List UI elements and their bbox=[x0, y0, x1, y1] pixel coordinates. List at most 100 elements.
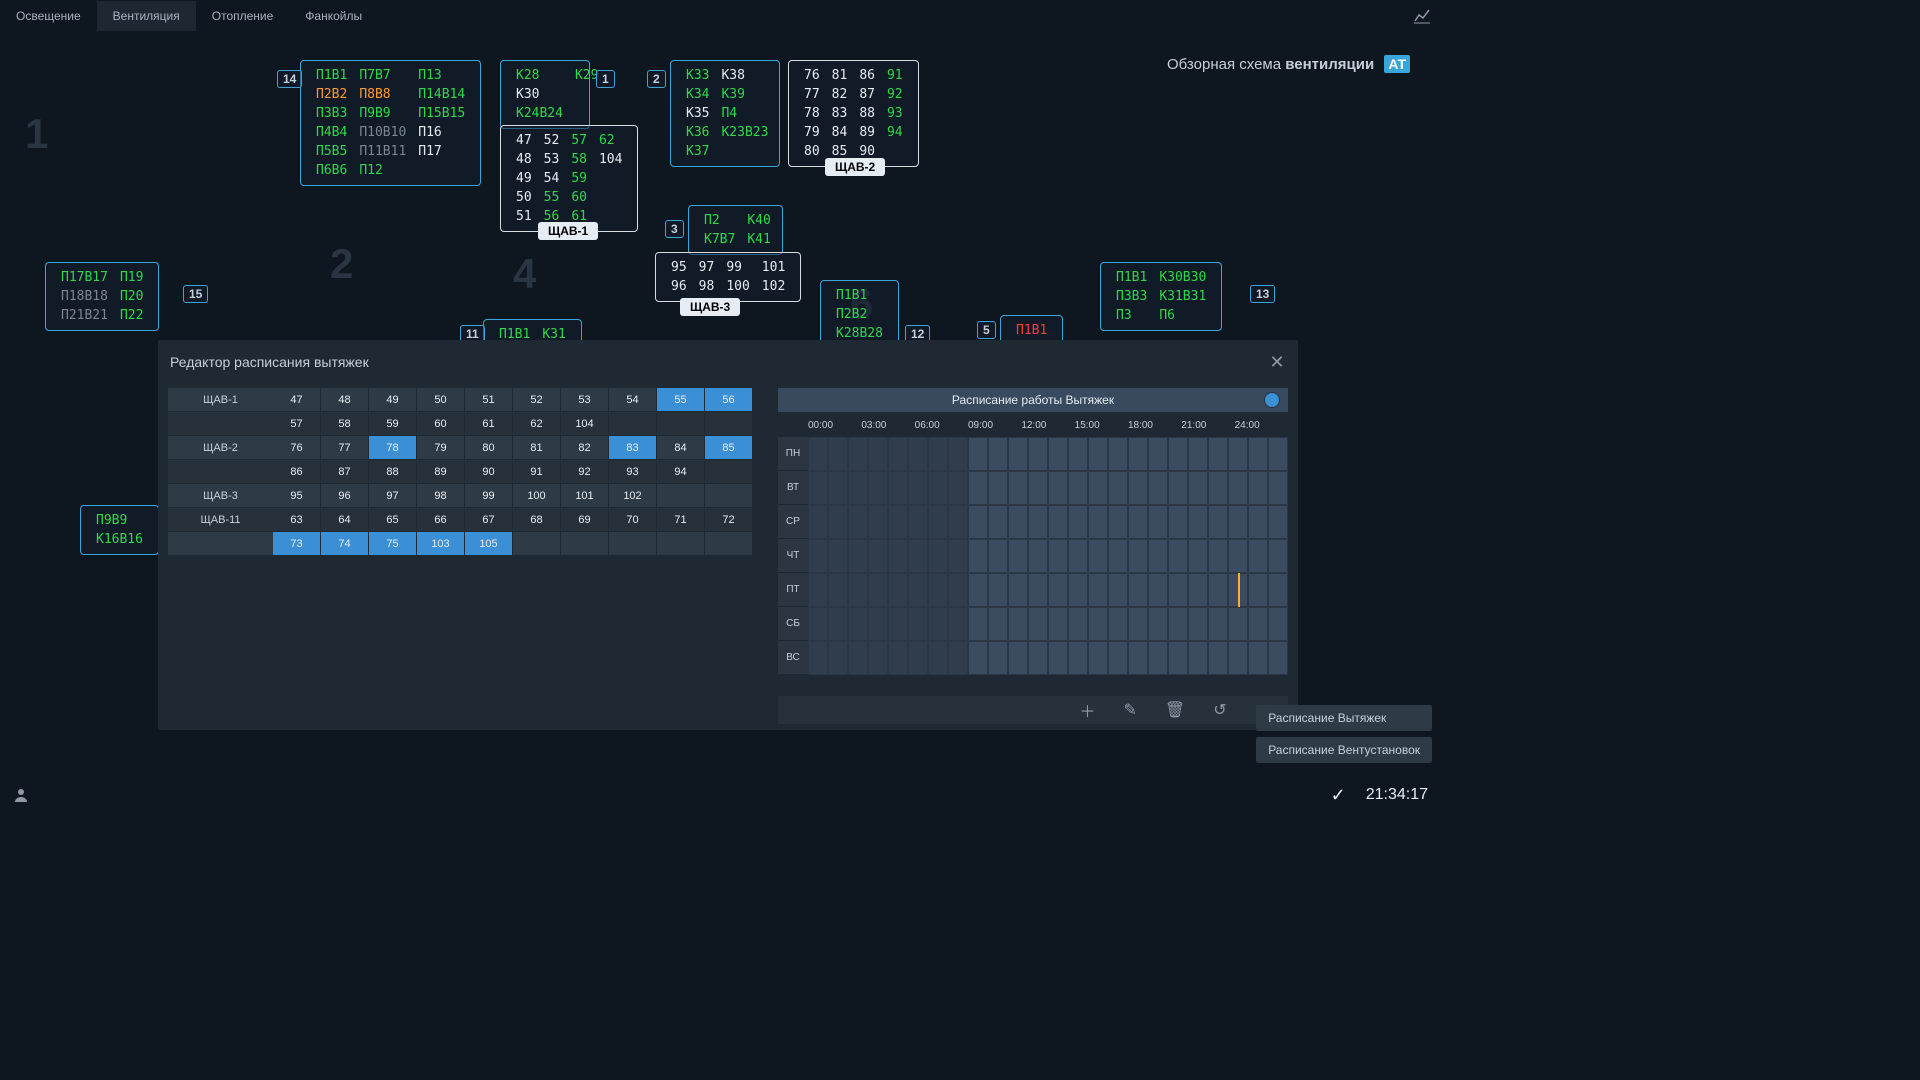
unit-К31В31[interactable]: К31В31 bbox=[1154, 288, 1211, 305]
unit-К36[interactable]: К36 bbox=[681, 124, 714, 141]
grid-cell-104[interactable]: 104 bbox=[561, 412, 609, 436]
sched-cell[interactable] bbox=[928, 573, 948, 607]
sched-cell[interactable] bbox=[928, 539, 948, 573]
unit-104[interactable]: 104 bbox=[594, 151, 627, 168]
sched-cell[interactable] bbox=[888, 641, 908, 675]
unit-К40[interactable]: К40 bbox=[742, 212, 775, 229]
sched-cell[interactable] bbox=[1268, 641, 1288, 675]
sched-cell[interactable] bbox=[1108, 641, 1128, 675]
sched-cell[interactable] bbox=[808, 607, 828, 641]
sched-cell[interactable] bbox=[848, 437, 868, 471]
sched-cell[interactable] bbox=[1088, 437, 1108, 471]
sched-cell[interactable] bbox=[1168, 641, 1188, 675]
grid-cell-62[interactable]: 62 bbox=[513, 412, 561, 436]
sched-cell[interactable] bbox=[828, 573, 848, 607]
grid-cell-94[interactable]: 94 bbox=[657, 460, 705, 484]
chart-icon[interactable] bbox=[1410, 4, 1434, 28]
sched-cell[interactable] bbox=[988, 607, 1008, 641]
sched-cell[interactable] bbox=[1208, 539, 1228, 573]
unit-К24В24[interactable]: К24В24 bbox=[511, 105, 568, 122]
sched-cell[interactable] bbox=[868, 641, 888, 675]
sched-cell[interactable] bbox=[908, 607, 928, 641]
sched-cell[interactable] bbox=[868, 573, 888, 607]
unit-101[interactable]: 101 bbox=[757, 259, 790, 276]
sched-cell[interactable] bbox=[1088, 471, 1108, 505]
grid-cell-54[interactable]: 54 bbox=[609, 388, 657, 412]
status-dot-icon[interactable] bbox=[1264, 392, 1280, 408]
sched-cell[interactable] bbox=[988, 471, 1008, 505]
unit-84[interactable]: 84 bbox=[827, 124, 853, 141]
grid-cell-64[interactable]: 64 bbox=[321, 508, 369, 532]
check-icon[interactable]: ✓ bbox=[1331, 785, 1346, 806]
sched-cell[interactable] bbox=[828, 437, 848, 471]
unit-П22[interactable]: П22 bbox=[115, 307, 148, 324]
sched-cell[interactable] bbox=[1188, 437, 1208, 471]
sched-cell[interactable] bbox=[888, 471, 908, 505]
unit-54[interactable]: 54 bbox=[539, 170, 565, 187]
sched-cell[interactable] bbox=[1048, 437, 1068, 471]
sched-cell[interactable] bbox=[1188, 573, 1208, 607]
sched-cell[interactable] bbox=[1108, 471, 1128, 505]
panel-1[interactable]: К28К29К30К24В24 bbox=[500, 60, 590, 129]
unit-[interactable] bbox=[594, 170, 627, 187]
sched-cell[interactable] bbox=[828, 505, 848, 539]
panel-small[interactable]: П9В9К16В16 bbox=[80, 505, 159, 555]
grid-cell-101[interactable]: 101 bbox=[561, 484, 609, 508]
grid-cell-96[interactable]: 96 bbox=[321, 484, 369, 508]
unit-96[interactable]: 96 bbox=[666, 278, 692, 295]
unit-[interactable] bbox=[413, 162, 470, 179]
unit-П20[interactable]: П20 bbox=[115, 288, 148, 305]
sched-cell[interactable] bbox=[1248, 641, 1268, 675]
sched-cell[interactable] bbox=[1268, 573, 1288, 607]
sched-cell[interactable] bbox=[1108, 437, 1128, 471]
sched-cell[interactable] bbox=[868, 471, 888, 505]
unit-К33[interactable]: К33 bbox=[681, 67, 714, 84]
sched-cell[interactable] bbox=[1248, 607, 1268, 641]
unit-П10В10[interactable]: П10В10 bbox=[354, 124, 411, 141]
sched-cell[interactable] bbox=[968, 573, 988, 607]
sched-cell[interactable] bbox=[1028, 641, 1048, 675]
unit-К34[interactable]: К34 bbox=[681, 86, 714, 103]
sched-cell[interactable] bbox=[888, 573, 908, 607]
panel-15[interactable]: П17В17П19П18В18П20П21В21П22 bbox=[45, 262, 159, 331]
sched-cell[interactable] bbox=[1128, 505, 1148, 539]
unit-48[interactable]: 48 bbox=[511, 151, 537, 168]
sched-cell[interactable] bbox=[1068, 437, 1088, 471]
grid-cell-93[interactable]: 93 bbox=[609, 460, 657, 484]
unit-П17[interactable]: П17 bbox=[413, 143, 470, 160]
unit-57[interactable]: 57 bbox=[566, 132, 592, 149]
delete-icon[interactable]: 🗑 bbox=[1165, 700, 1185, 720]
unit-П13[interactable]: П13 bbox=[413, 67, 470, 84]
unit-К23В23[interactable]: К23В23 bbox=[716, 124, 773, 141]
unit-П5В5[interactable]: П5В5 bbox=[311, 143, 352, 160]
unit-П4В4[interactable]: П4В4 bbox=[311, 124, 352, 141]
sched-cell[interactable] bbox=[1188, 471, 1208, 505]
grid-cell-72[interactable]: 72 bbox=[705, 508, 753, 532]
sched-cell[interactable] bbox=[1228, 607, 1248, 641]
grid-cell-51[interactable]: 51 bbox=[465, 388, 513, 412]
sched-cell[interactable] bbox=[968, 607, 988, 641]
unit-93[interactable]: 93 bbox=[882, 105, 908, 122]
sched-cell[interactable] bbox=[808, 641, 828, 675]
sched-cell[interactable] bbox=[1048, 471, 1068, 505]
unit-К38[interactable]: К38 bbox=[716, 67, 773, 84]
grid-cell-48[interactable]: 48 bbox=[321, 388, 369, 412]
grid-cell-65[interactable]: 65 bbox=[369, 508, 417, 532]
schedule-vent-button[interactable]: Расписание Вентустановок bbox=[1256, 737, 1432, 763]
unit-99[interactable]: 99 bbox=[721, 259, 754, 276]
sched-cell[interactable] bbox=[1268, 607, 1288, 641]
unit-94[interactable]: 94 bbox=[882, 124, 908, 141]
grid-cell-71[interactable]: 71 bbox=[657, 508, 705, 532]
unit-76[interactable]: 76 bbox=[799, 67, 825, 84]
sched-cell[interactable] bbox=[828, 471, 848, 505]
grid-cell-92[interactable]: 92 bbox=[561, 460, 609, 484]
sched-cell[interactable] bbox=[1148, 471, 1168, 505]
sched-cell[interactable] bbox=[1108, 607, 1128, 641]
unit-П19[interactable]: П19 bbox=[115, 269, 148, 286]
sched-cell[interactable] bbox=[1008, 505, 1028, 539]
unit-К30[interactable]: К30 bbox=[511, 86, 568, 103]
grid-cell-87[interactable]: 87 bbox=[321, 460, 369, 484]
grid-cell-91[interactable]: 91 bbox=[513, 460, 561, 484]
grid-cell-73[interactable]: 73 bbox=[273, 532, 321, 556]
sched-cell[interactable] bbox=[1128, 471, 1148, 505]
